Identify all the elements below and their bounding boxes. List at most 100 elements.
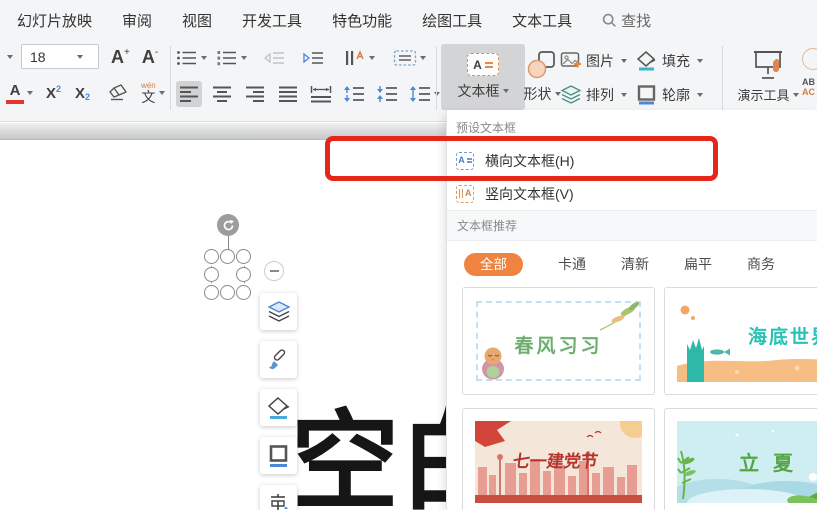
decrease-para-spacing-button[interactable] — [374, 81, 400, 107]
fill-label: 填充 — [662, 53, 690, 69]
decrease-para-spacing-icon — [377, 86, 397, 102]
resize-handle-e[interactable] — [236, 267, 251, 282]
outline-button[interactable]: 轮廓 — [636, 81, 703, 109]
align-right-button[interactable] — [242, 81, 268, 107]
textbox-style-icon — [393, 50, 417, 66]
distribute-button[interactable] — [308, 81, 334, 107]
horizontal-textbox-icon: A — [456, 151, 474, 170]
resize-handle-se[interactable] — [236, 285, 251, 300]
font-size-combo[interactable] — [21, 44, 99, 69]
resize-handle-s[interactable] — [220, 285, 235, 300]
increase-para-spacing-button[interactable] — [341, 81, 367, 107]
increase-para-spacing-icon — [344, 86, 364, 102]
menu-text-tools[interactable]: 文本工具 — [512, 10, 572, 31]
template-title: 春风习习 — [514, 336, 603, 357]
template-card-early-summer[interactable]: 立夏 — [664, 408, 817, 510]
caret-down-icon — [621, 93, 627, 97]
template-card-spring[interactable]: 春风习习 — [462, 287, 655, 395]
font-color-button[interactable]: A — [6, 82, 24, 104]
caret-down-icon — [420, 56, 426, 60]
fill-icon — [267, 396, 289, 419]
subscript-button[interactable]: X2 — [75, 86, 90, 103]
menu-slideshow[interactable]: 幻灯片放映 — [17, 10, 92, 31]
justify-button[interactable] — [275, 81, 301, 107]
align-left-button[interactable] — [176, 81, 202, 107]
tab-business[interactable]: 商务 — [747, 254, 775, 274]
outline-icon — [636, 85, 658, 105]
menu-developer-tools[interactable]: 开发工具 — [242, 10, 302, 31]
caret-down-icon — [241, 56, 247, 60]
format-brush-button[interactable] — [260, 341, 297, 378]
clear-format-button[interactable] — [106, 84, 128, 102]
decrease-indent-button[interactable] — [264, 50, 286, 66]
increase-indent-button[interactable] — [303, 50, 325, 66]
align-center-button[interactable] — [209, 81, 235, 107]
text-settings-button[interactable] — [260, 485, 297, 510]
textbox-button[interactable]: A 文本框 — [441, 44, 525, 110]
caret-down-icon — [792, 92, 799, 97]
picture-icon — [560, 51, 582, 71]
superscript-button[interactable]: X2 — [46, 84, 61, 101]
menu-item-vertical-textbox[interactable]: A 竖向文本框(V) — [447, 177, 817, 210]
wps-presentation-window: 幻灯片放映 审阅 视图 开发工具 特色功能 绘图工具 文本工具 查找 18 A … — [0, 0, 817, 510]
rotate-icon — [223, 219, 234, 230]
align-left-icon — [180, 86, 198, 102]
resize-handle-sw[interactable] — [204, 285, 219, 300]
textbox-label: 文本框 — [457, 83, 500, 99]
collapse-toolbar-button[interactable] — [264, 261, 284, 281]
bullet-list-button[interactable] — [176, 49, 207, 67]
textbox-style-button[interactable] — [393, 49, 426, 67]
font-name-combo-partial[interactable] — [0, 44, 16, 69]
picture-label: 图片 — [586, 53, 614, 69]
caret-down-icon — [158, 91, 165, 95]
arrange-icon — [560, 85, 582, 105]
resize-handle-nw[interactable] — [204, 249, 219, 264]
change-case-button-partial[interactable]: AB AC — [802, 44, 817, 110]
outline-color-button[interactable] — [260, 437, 297, 474]
insert-format-group: 图片 填充 排列 轮廓 — [558, 44, 722, 110]
outline-icon — [269, 444, 287, 467]
vertical-textbox-icon: A — [456, 184, 474, 203]
increase-font-button[interactable]: A + — [111, 47, 130, 66]
menu-drawing-tools[interactable]: 绘图工具 — [422, 10, 482, 31]
toolbar-separator — [436, 46, 437, 110]
tab-cartoon[interactable]: 卡通 — [558, 254, 586, 274]
paragraph-group — [176, 44, 475, 108]
layers-button[interactable] — [260, 293, 297, 330]
template-card-party-day[interactable]: 七一建党节 — [462, 408, 655, 510]
minus-icon — [269, 270, 279, 272]
resize-handle-w[interactable] — [204, 267, 219, 282]
arrange-button[interactable]: 排列 — [560, 81, 627, 109]
resize-handle-n[interactable] — [220, 249, 235, 264]
menu-review[interactable]: 审阅 — [122, 10, 152, 31]
text-direction-button[interactable] — [344, 49, 375, 67]
find-button[interactable]: 查找 — [602, 10, 651, 31]
tab-all[interactable]: 全部 — [464, 252, 523, 276]
numbered-list-button[interactable] — [216, 49, 247, 67]
pinyin-guide-button[interactable]: wén 文 — [141, 82, 156, 105]
decrease-font-button[interactable]: A- — [142, 47, 158, 66]
circle-icon — [802, 48, 817, 70]
presentation-tools-label: 演示工具 — [737, 88, 790, 103]
tab-flat[interactable]: 扁平 — [684, 254, 712, 274]
menu-special-features[interactable]: 特色功能 — [332, 10, 392, 31]
font-size-input[interactable] — [22, 48, 74, 65]
leaves-illustration — [599, 302, 640, 331]
find-label: 查找 — [621, 12, 652, 30]
tab-fresh[interactable]: 清新 — [621, 254, 649, 274]
menu-view[interactable]: 视图 — [182, 10, 212, 31]
picture-button[interactable]: 图片 — [560, 47, 627, 75]
fill-button[interactable]: 填充 — [636, 47, 703, 75]
menu-bar: 幻灯片放映 审阅 视图 开发工具 特色功能 绘图工具 文本工具 查找 — [0, 0, 817, 40]
outline-label: 轮廓 — [662, 87, 690, 103]
justify-icon — [279, 86, 297, 102]
distribute-icon — [310, 86, 332, 103]
menu-item-horizontal-textbox[interactable]: A 横向文本框(H) — [447, 144, 817, 177]
presentation-tools-button[interactable]: 演示工具 — [726, 44, 810, 110]
ab-bottom-label: AC — [802, 86, 815, 97]
resize-handle-ne[interactable] — [236, 249, 251, 264]
rotate-handle[interactable] — [217, 214, 239, 236]
template-card-undersea[interactable]: 海底世界 — [664, 287, 817, 395]
fill-color-button[interactable] — [260, 389, 297, 426]
eraser-icon — [106, 84, 128, 102]
